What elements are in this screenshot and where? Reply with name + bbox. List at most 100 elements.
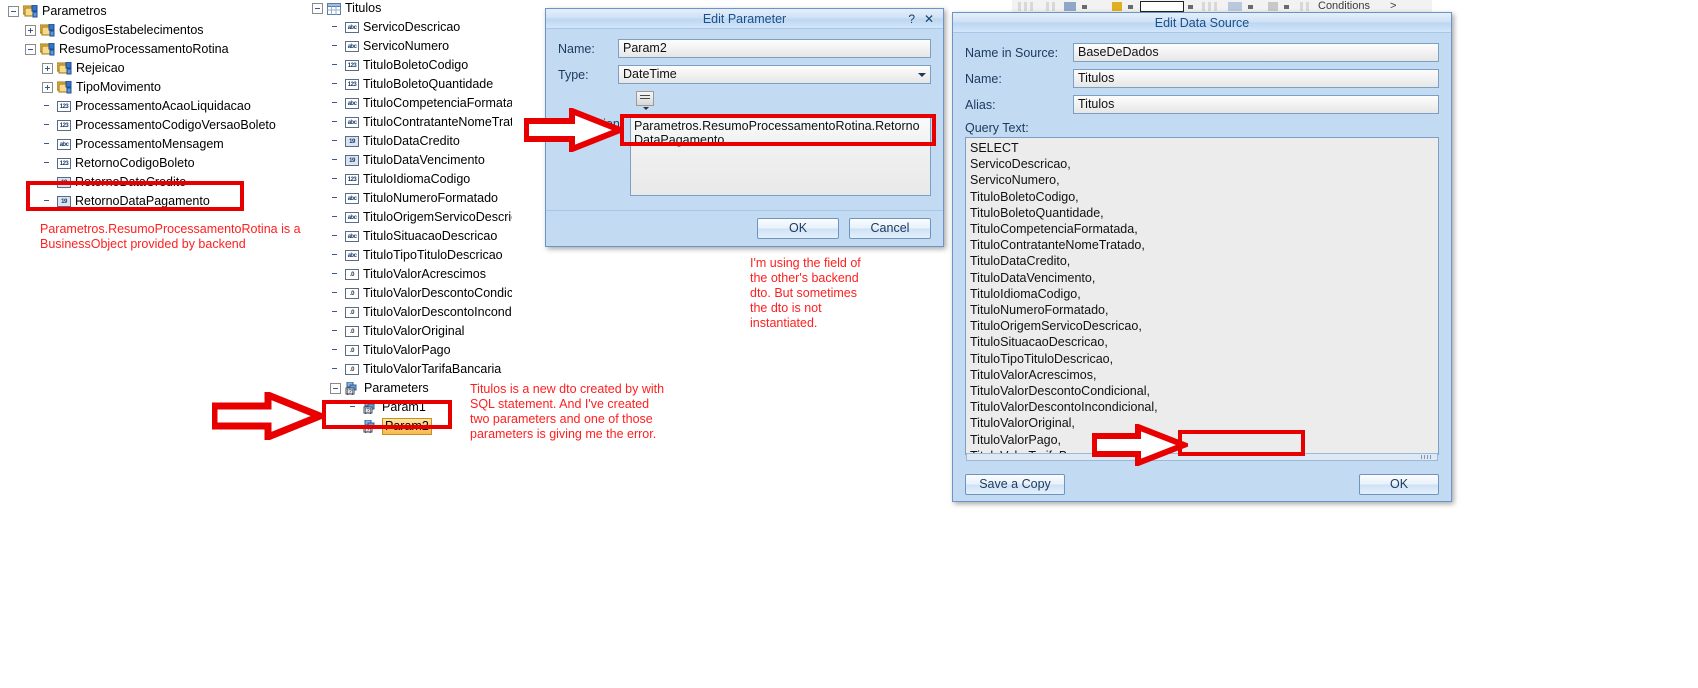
tree-indent — [330, 364, 341, 375]
tree-indent — [330, 212, 341, 223]
tree-node[interactable]: abc TituloOrigemServicoDescricao — [312, 208, 512, 227]
tree-node-label: TituloValorAcrescimos — [363, 267, 486, 281]
text-field-icon: abc — [345, 250, 359, 261]
help-button[interactable]: ? — [908, 9, 915, 29]
tree-node[interactable]: Rejeicao — [8, 59, 276, 78]
text-field-icon: abc — [57, 139, 71, 150]
tree-node-label: TituloSituacaoDescricao — [363, 229, 498, 243]
parameter-type-select[interactable]: DateTime — [618, 65, 931, 84]
expand-icon[interactable] — [42, 82, 53, 93]
tree-node-label: TituloBoletoCodigo — [363, 58, 469, 72]
arrow-to-expression — [524, 108, 624, 152]
query-text-input[interactable]: SELECT ServicoDescricao, ServicoNumero, … — [965, 137, 1439, 455]
tree-indent — [330, 22, 341, 33]
tree-node[interactable]: 123 ProcessamentoAcaoLiquidacao — [8, 97, 276, 116]
tree-indent — [330, 193, 341, 204]
cancel-button[interactable]: Cancel — [849, 218, 931, 239]
data-source-ok-button[interactable]: OK — [1359, 473, 1439, 495]
datasource-name-row: Name: Titulos — [965, 69, 1439, 88]
number-field-icon: 123 — [57, 120, 71, 131]
save-a-copy-button[interactable]: Save a Copy — [965, 473, 1065, 495]
tree-indent — [330, 79, 341, 90]
text-field-icon: abc — [345, 212, 359, 223]
edit-parameter-titlebar: Edit Parameter ? ✕ — [546, 9, 943, 29]
tree-node[interactable]: 123 TituloIdiomaCodigo — [312, 170, 512, 189]
tree-node-label: TituloValorDescontoCondicional — [363, 286, 512, 300]
tree-indent — [330, 250, 341, 261]
tree-node[interactable]: 123 RetornoCodigoBoleto — [8, 154, 276, 173]
edit-data-source-dialog: Edit Data Source Name in Source: BaseDeD… — [952, 12, 1452, 502]
tree-node[interactable]: abc ServicoDescricao — [312, 18, 512, 37]
collapse-icon[interactable] — [330, 383, 341, 394]
datasource-alias-label: Alias: — [965, 97, 996, 112]
tree-node[interactable]: Titulos — [312, 0, 512, 18]
datasource-name-label: Name: — [965, 71, 1002, 86]
parameters-tree[interactable]: Parametros CodigosEstabelecimentos ResumoP… — [8, 2, 276, 211]
tree-node-label: TituloBoletoQuantidade — [363, 77, 494, 91]
number-field-icon: 123 — [345, 79, 359, 90]
name-in-source-input[interactable]: BaseDeDados — [1073, 43, 1439, 62]
collapse-icon[interactable] — [25, 44, 36, 55]
tree-node[interactable]: .0 TituloValorTarifaBancaria — [312, 360, 512, 379]
tree-node-label: ProcessamentoAcaoLiquidacao — [75, 99, 251, 113]
tree-node[interactable]: TipoMovimento — [8, 78, 276, 97]
query-parameters-highlight — [1178, 430, 1305, 456]
expression-editor-button[interactable] — [636, 91, 654, 110]
collapse-icon[interactable] — [312, 3, 323, 14]
tree-node[interactable]: .0 TituloValorDescontoIncondicional — [312, 303, 512, 322]
scroll-grip-icon — [1421, 455, 1431, 459]
tree-node[interactable]: abc TituloSituacaoDescricao — [312, 227, 512, 246]
tree-indent — [42, 101, 53, 112]
tree-node-label: TituloDataVencimento — [363, 153, 485, 167]
business-object-icon — [22, 4, 38, 18]
text-field-icon: abc — [345, 98, 359, 109]
tree-node[interactable]: 123 TituloBoletoQuantidade — [312, 75, 512, 94]
tree-node[interactable]: abc ServicoNumero — [312, 37, 512, 56]
tree-node[interactable]: .0 TituloValorAcrescimos — [312, 265, 512, 284]
tree-indent — [330, 60, 341, 71]
text-field-icon: abc — [345, 231, 359, 242]
tree-node-label: TituloCompetenciaFormatada — [363, 96, 512, 110]
number-field-icon: 123 — [345, 60, 359, 71]
tree-node[interactable]: abc TituloContratanteNomeTratado — [312, 113, 512, 132]
titulos-datasource-tree[interactable]: Titulos abc ServicoDescricao abc ServicoNume… — [312, 0, 512, 436]
tree-node[interactable]: abc TituloTipoTituloDescricao — [312, 246, 512, 265]
tree-node[interactable]: .0 TituloValorOriginal — [312, 322, 512, 341]
tree-indent — [330, 269, 341, 280]
tree-node[interactable]: .0 TituloValorPago — [312, 341, 512, 360]
expand-icon[interactable] — [25, 25, 36, 36]
tree-node[interactable]: abc TituloNumeroFormatado — [312, 189, 512, 208]
ok-button[interactable]: OK — [757, 218, 839, 239]
datasource-name-input[interactable]: Titulos — [1073, 69, 1439, 88]
tree-node[interactable]: ResumoProcessamentoRotina — [8, 40, 276, 59]
parameter-type-row: Type: DateTime — [558, 65, 931, 84]
decimal-field-icon: .0 — [345, 288, 359, 299]
tree-node-label: TipoMovimento — [76, 80, 161, 94]
tree-node[interactable]: CodigosEstabelecimentos — [8, 21, 276, 40]
expand-icon[interactable] — [42, 63, 53, 74]
tree-node-label: TituloOrigemServicoDescricao — [363, 210, 512, 224]
tree-node[interactable]: 19 TituloDataVencimento — [312, 151, 512, 170]
tree-indent — [330, 174, 341, 185]
tree-node[interactable]: abc ProcessamentoMensagem — [8, 135, 276, 154]
arrow-to-query-parameters — [1092, 424, 1188, 466]
text-field-icon: abc — [345, 41, 359, 52]
tree-node[interactable]: 123 TituloBoletoCodigo — [312, 56, 512, 75]
parameter-name-input[interactable]: Param2 — [618, 39, 931, 58]
text-field-icon: abc — [345, 22, 359, 33]
business-object-icon — [56, 61, 72, 75]
tree-node[interactable]: abc TituloCompetenciaFormatada — [312, 94, 512, 113]
close-icon[interactable]: ✕ — [924, 9, 934, 29]
middle-tree-annotation: Titulos is a new dto created by with SQL… — [470, 382, 665, 441]
datasource-alias-input[interactable]: Titulos — [1073, 95, 1439, 114]
collapse-icon[interactable] — [8, 6, 19, 17]
decimal-field-icon: .0 — [345, 307, 359, 318]
tree-node[interactable]: .0 TituloValorDescontoCondicional — [312, 284, 512, 303]
tree-node[interactable]: 123 ProcessamentoCodigoVersaoBoleto — [8, 116, 276, 135]
svg-text:[?]: [?] — [347, 389, 354, 395]
tree-node[interactable]: Parametros — [8, 2, 276, 21]
tree-node[interactable]: 19 TituloDataCredito — [312, 132, 512, 151]
tree-node-label: TituloDataCredito — [363, 134, 460, 148]
tree-node-label: CodigosEstabelecimentos — [59, 23, 204, 37]
param2-highlight — [322, 400, 452, 429]
